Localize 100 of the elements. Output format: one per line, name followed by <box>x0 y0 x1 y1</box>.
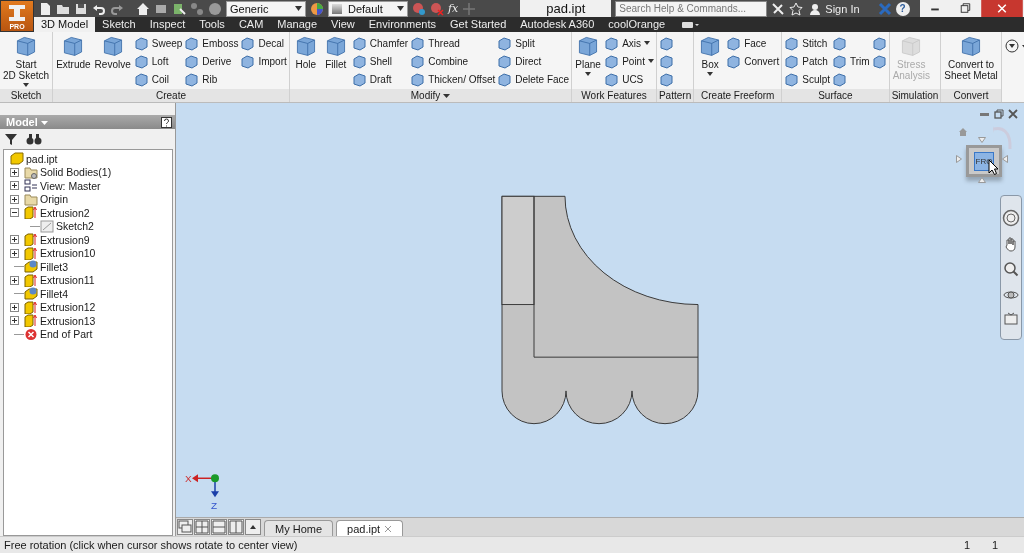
monitor-icon[interactable] <box>1003 312 1019 327</box>
appearance-dropdown[interactable]: Default <box>328 0 408 17</box>
save-icon[interactable] <box>74 1 88 16</box>
cascade-windows-icon[interactable] <box>177 519 193 535</box>
formula-button[interactable]: fx <box>448 2 459 15</box>
sign-in-button[interactable]: Sign In <box>809 2 860 15</box>
tool-button[interactable]: Plane <box>573 34 604 89</box>
expander-icon[interactable] <box>10 275 19 285</box>
tool-button[interactable]: Revolve <box>92 34 133 89</box>
tool-button[interactable]: Face <box>725 34 781 52</box>
expander-icon[interactable] <box>10 235 19 245</box>
new-file-icon[interactable] <box>38 1 52 16</box>
tool-button[interactable]: Derive <box>183 52 240 70</box>
expander-icon[interactable] <box>10 302 19 312</box>
filter-icon[interactable] <box>4 132 18 146</box>
home-icon[interactable] <box>136 1 150 16</box>
left-arrow-icon[interactable] <box>956 155 962 163</box>
tool-button[interactable]: Draft <box>350 70 410 88</box>
ribbon-tab[interactable]: 3D Model <box>34 17 96 32</box>
tool-button[interactable]: Emboss <box>183 34 240 52</box>
tool-button[interactable]: Delete Face <box>496 70 571 88</box>
restore-icon[interactable] <box>994 109 1004 119</box>
expander-icon[interactable] <box>10 194 19 204</box>
tool-button[interactable]: Patch <box>783 52 831 70</box>
tool-button[interactable]: Coil <box>132 70 184 88</box>
tool-button[interactable] <box>657 70 675 88</box>
ribbon-tab[interactable]: Get Started <box>443 17 514 32</box>
tool-button[interactable] <box>870 52 888 70</box>
select-icon[interactable] <box>172 1 186 16</box>
right-arrow-icon[interactable] <box>1002 155 1008 163</box>
ribbon-tab[interactable]: Sketch <box>95 17 143 32</box>
tool-button[interactable]: Sweep <box>132 34 184 52</box>
binoculars-icon[interactable] <box>26 132 42 146</box>
tree-item[interactable]: Extrusion9 <box>40 233 90 246</box>
search-field[interactable]: Search Help & Commands... <box>615 0 768 17</box>
close-icon[interactable] <box>384 524 393 533</box>
material-dropdown[interactable]: Generic <box>226 0 306 17</box>
tree-item[interactable]: Extrusion13 <box>40 314 96 327</box>
tool-button[interactable]: Stitch <box>783 34 831 52</box>
tool-button[interactable]: Thread <box>409 34 497 52</box>
tool-button[interactable]: Extrude <box>54 34 93 89</box>
ribbon-tab[interactable]: CAM <box>231 17 271 32</box>
tool-button[interactable] <box>657 52 675 70</box>
tree-item[interactable]: Extrusion11 <box>40 274 95 287</box>
tile-vertical-icon[interactable] <box>228 519 244 535</box>
color-wheel-icon[interactable] <box>310 1 324 16</box>
tool-button[interactable] <box>657 34 675 52</box>
tool-button[interactable]: Direct <box>496 52 571 70</box>
minimize-icon[interactable] <box>979 110 990 118</box>
tool-button[interactable]: Point <box>603 52 655 70</box>
ribbon-tab[interactable]: Environments <box>361 17 443 32</box>
tool-button[interactable]: Loft <box>132 52 184 70</box>
ribbon-tab[interactable]: View <box>324 17 362 32</box>
tree-item[interactable]: Extrusion12 <box>40 301 96 314</box>
tree-item[interactable]: End of Part <box>40 328 93 341</box>
tree-item[interactable]: Fillet4 <box>40 287 68 300</box>
color-picker-icon[interactable] <box>412 1 426 16</box>
color-clear-icon[interactable] <box>430 1 444 16</box>
tree-item[interactable]: pad.ipt <box>26 152 58 165</box>
tool-button[interactable]: Convert <box>725 52 781 70</box>
ribbon-tab[interactable]: Manage <box>270 17 325 32</box>
expander-icon[interactable] <box>10 208 19 218</box>
tree-item[interactable]: Extrusion10 <box>40 247 96 260</box>
ribbon-tab[interactable]: Tools <box>192 17 232 32</box>
tree-item[interactable]: Fillet3 <box>40 260 68 273</box>
tool-button[interactable]: Decal <box>239 34 288 52</box>
tool-button[interactable]: Split <box>496 34 571 52</box>
tree-item[interactable]: Sketch2 <box>56 220 94 233</box>
tile-grid-icon[interactable] <box>194 519 210 535</box>
tool-button[interactable]: UCS <box>603 70 655 88</box>
close-icon[interactable] <box>980 0 1024 17</box>
tool-button[interactable]: Hole <box>290 34 321 89</box>
expander-icon[interactable] <box>10 248 19 258</box>
panel-title[interactable]: Modify <box>289 89 572 102</box>
tool-button[interactable]: Sculpt <box>783 70 831 88</box>
down-arrow-icon[interactable] <box>978 177 986 183</box>
tool-button[interactable] <box>870 34 888 52</box>
tool-button[interactable]: Box <box>695 34 726 89</box>
tool-button[interactable]: Chamfer <box>350 34 410 52</box>
tool-button[interactable]: Shell <box>350 52 410 70</box>
tool-button[interactable]: Import <box>239 52 288 70</box>
tool-button[interactable]: Combine <box>409 52 497 70</box>
document-tab[interactable]: pad.ipt <box>336 520 404 536</box>
tool-button[interactable]: Thicken/ Offset <box>409 70 497 88</box>
steering-wheel-icon[interactable] <box>1002 208 1020 227</box>
tool-button[interactable]: Trim <box>831 52 871 70</box>
close-icon[interactable] <box>1008 109 1018 119</box>
tool-button[interactable]: Convert to Sheet Metal <box>942 34 1000 89</box>
document-tab[interactable]: My Home <box>264 520 334 536</box>
tool-button[interactable]: Fillet <box>320 34 351 89</box>
help-icon[interactable] <box>161 116 172 128</box>
help-button[interactable]: ? <box>895 1 910 16</box>
dropdown-icon[interactable] <box>1003 38 1024 54</box>
expander-icon[interactable] <box>10 181 19 191</box>
tree-item[interactable]: Extrusion2 <box>40 206 90 219</box>
tool-button[interactable]: Start 2D Sketch <box>1 34 52 89</box>
tool-button[interactable]: Rib <box>183 70 240 88</box>
star-icon[interactable] <box>789 1 804 16</box>
tile-horizontal-icon[interactable] <box>211 519 227 535</box>
zoom-icon[interactable] <box>1003 261 1019 278</box>
